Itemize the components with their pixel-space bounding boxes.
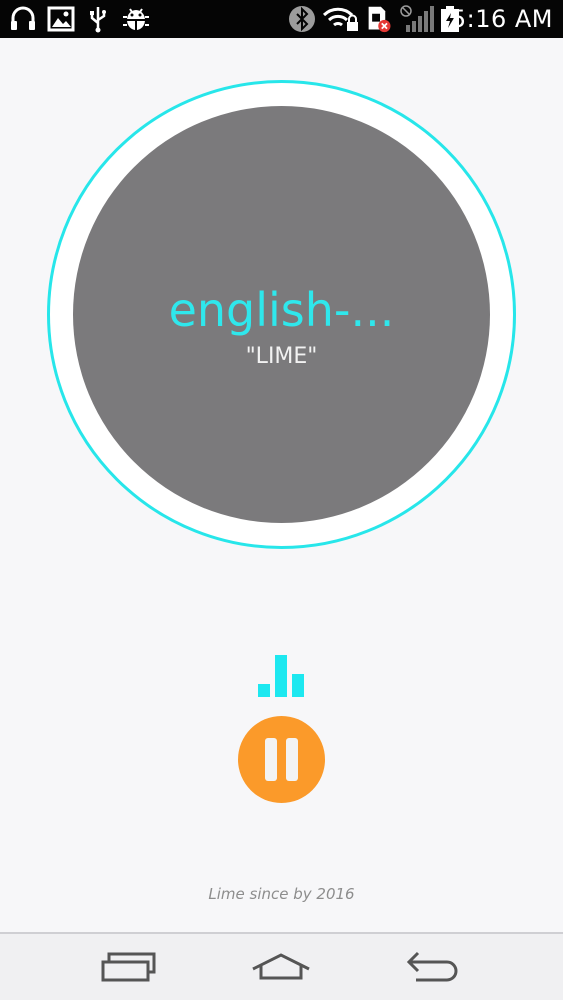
- home-icon[interactable]: [250, 944, 312, 992]
- pause-bar-right: [286, 738, 298, 781]
- footer-text: Lime since by 2016: [208, 885, 355, 903]
- pause-bar-left: [265, 738, 277, 781]
- track-title: english-...: [168, 283, 395, 337]
- sim-error-icon: [368, 6, 391, 33]
- equalizer-bar: [258, 684, 270, 697]
- equalizer-bar: [292, 674, 304, 697]
- navigation-bar: [0, 932, 563, 1000]
- track-subtitle: "LIME": [245, 344, 318, 369]
- bluetooth-icon: [289, 6, 315, 32]
- wifi-lock-icon: [322, 7, 358, 31]
- equalizer-icon: [258, 655, 306, 697]
- back-icon[interactable]: [404, 944, 464, 992]
- usb-icon: [90, 7, 106, 33]
- pause-button[interactable]: [238, 716, 325, 803]
- headphones-icon: [11, 6, 35, 30]
- clock: 5:16 AM: [450, 5, 553, 33]
- no-signal-icon: [400, 5, 434, 32]
- image-icon: [47, 6, 75, 32]
- equalizer-bar: [275, 655, 287, 697]
- android-debug-icon: [123, 8, 149, 31]
- recent-apps-icon[interactable]: [100, 944, 158, 992]
- status-bar: 5:16 AM: [0, 0, 563, 38]
